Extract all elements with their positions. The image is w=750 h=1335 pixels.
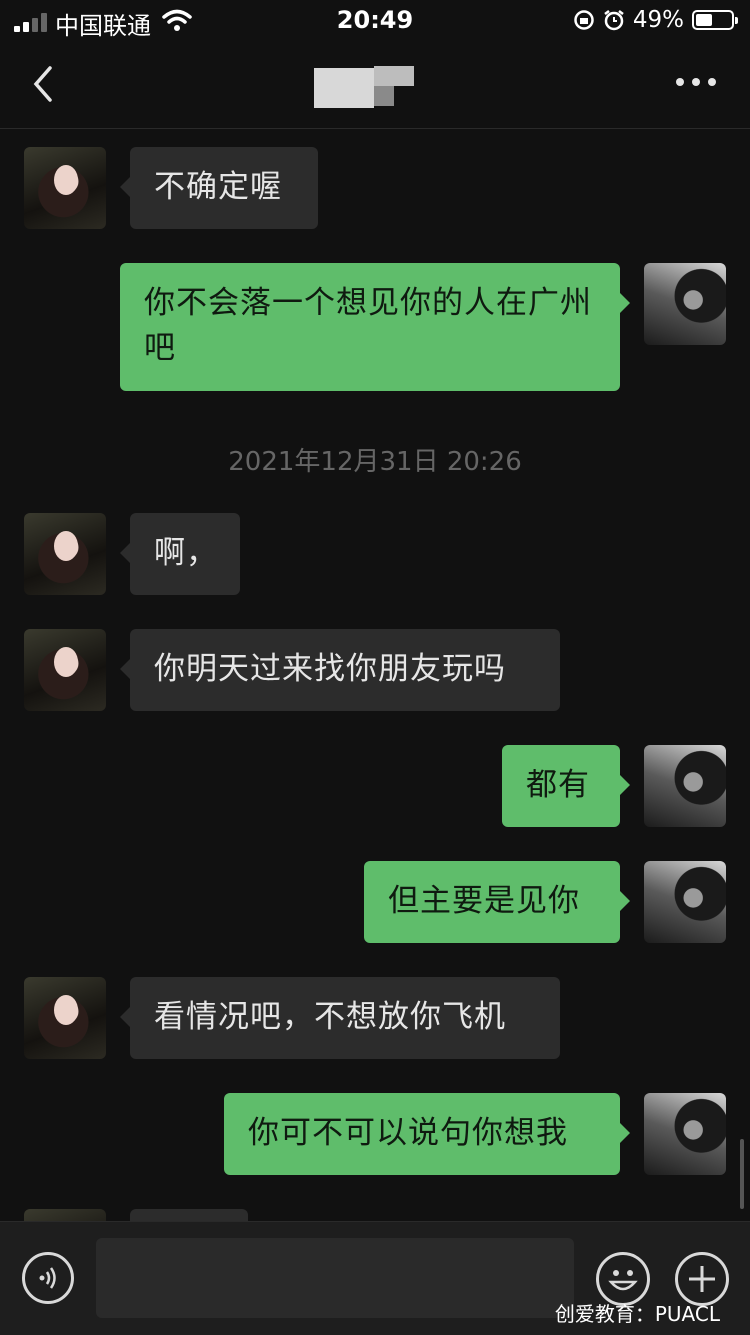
more-options-button[interactable] bbox=[676, 78, 716, 90]
message-bubble-partial[interactable] bbox=[130, 1209, 248, 1221]
message-bubble[interactable]: 你明天过来找你朋友玩吗 bbox=[120, 629, 560, 711]
message-bubble[interactable]: 都有 bbox=[502, 745, 630, 827]
message-input[interactable] bbox=[96, 1238, 574, 1318]
watermark: 创爱教育：PUACL bbox=[554, 1302, 720, 1326]
message-bubble[interactable]: 不确定喔 bbox=[120, 147, 318, 229]
contact-avatar[interactable] bbox=[24, 629, 106, 711]
message-bubble[interactable]: 你可不可以说句你想我 bbox=[224, 1093, 630, 1175]
voice-icon bbox=[39, 1267, 56, 1289]
alarm-icon bbox=[604, 10, 624, 31]
scrollbar[interactable] bbox=[740, 1139, 744, 1209]
input-bar: 创爱教育：PUACL bbox=[0, 1221, 750, 1335]
voice-input-button[interactable] bbox=[22, 1252, 74, 1304]
back-button[interactable] bbox=[26, 62, 60, 106]
message-bubble[interactable]: 啊， bbox=[120, 513, 240, 595]
rotation-lock-icon bbox=[574, 10, 594, 30]
contact-avatar[interactable] bbox=[24, 1209, 106, 1221]
my-avatar[interactable] bbox=[644, 745, 726, 827]
contact-name-blurred bbox=[314, 66, 416, 108]
battery-percentage: 49% bbox=[632, 7, 684, 33]
my-avatar[interactable] bbox=[644, 861, 726, 943]
contact-avatar[interactable] bbox=[24, 513, 106, 595]
timestamp: 2021年12月31日 20:26 bbox=[228, 447, 522, 477]
battery-icon bbox=[692, 10, 738, 30]
contact-avatar[interactable] bbox=[24, 147, 106, 229]
message-list[interactable]: 不确定喔 你不会落一个想见你的人在广州吧 2021年12月31日 20:26 啊… bbox=[0, 129, 750, 1221]
my-avatar[interactable] bbox=[644, 263, 726, 345]
my-avatar[interactable] bbox=[644, 1093, 726, 1175]
message-bubble[interactable]: 看情况吧，不想放你飞机 bbox=[120, 977, 560, 1059]
chat-header bbox=[0, 44, 750, 129]
status-bar: 中国联通 20:49 49% bbox=[0, 0, 750, 44]
message-bubble[interactable]: 但主要是见你 bbox=[364, 861, 630, 943]
contact-avatar[interactable] bbox=[24, 977, 106, 1059]
message-bubble[interactable]: 你不会落一个想见你的人在广州吧 bbox=[120, 263, 630, 391]
status-icons: 49% bbox=[573, 7, 738, 33]
